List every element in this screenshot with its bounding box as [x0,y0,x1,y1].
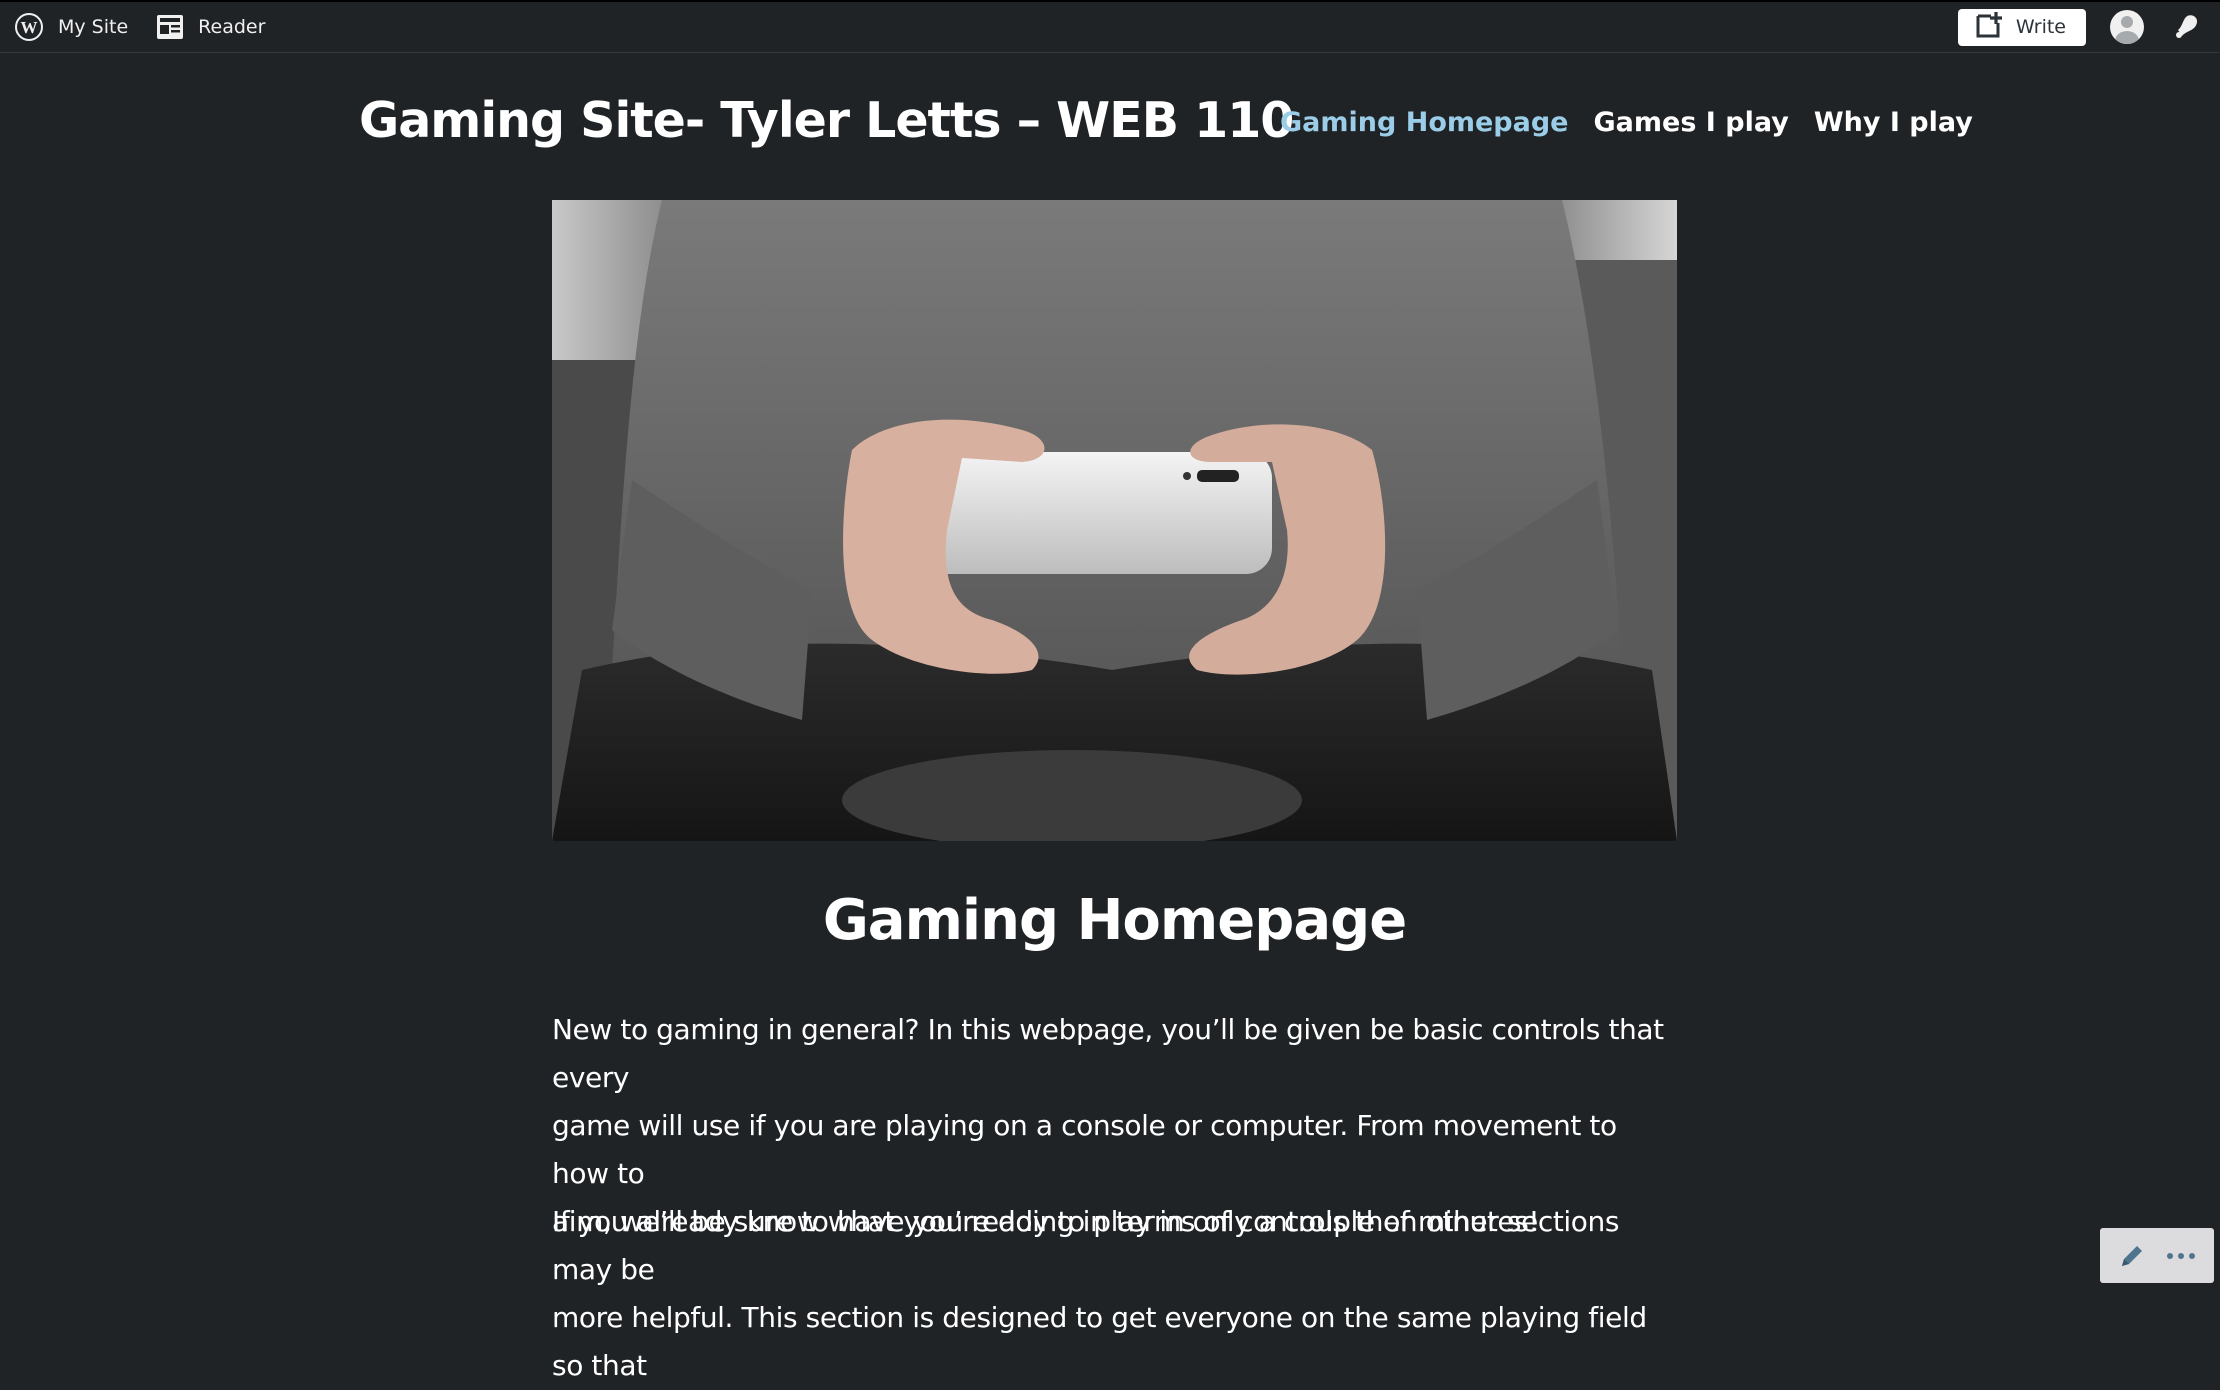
paragraph-line: If you already know what you’re doing in… [552,1205,1620,1286]
paragraph-line: New to gaming in general? In this webpag… [552,1013,1664,1094]
write-plus-icon [1974,10,2004,45]
paragraph-line: game will use if you are playing on a co… [552,1109,1617,1190]
ellipsis-icon[interactable] [2166,1251,2196,1261]
admin-bar: W My Site Reader Write [0,0,2220,53]
avatar-icon[interactable] [2110,10,2144,44]
wordpress-icon: W [14,12,44,42]
pencil-icon[interactable] [2118,1242,2146,1270]
reader-link[interactable]: Reader [142,2,279,52]
second-paragraph: If you already know what you’re doing in… [552,1198,1677,1390]
reader-icon [156,14,184,40]
reader-label: Reader [198,16,266,38]
my-site-label: My Site [58,16,129,38]
nav-item-games-i-play[interactable]: Games I play [1594,107,1789,138]
page-title: Gaming Homepage [822,888,1407,953]
my-site-link[interactable]: W My Site [0,2,142,52]
site-title[interactable]: Gaming Site- Tyler Letts – WEB 110 [359,92,1294,149]
nav-item-why-i-play[interactable]: Why I play [1814,107,1973,138]
svg-text:W: W [21,18,38,37]
write-label: Write [2015,16,2066,38]
bell-icon[interactable] [2172,10,2202,44]
paragraph-line: more helpful. This section is designed t… [552,1301,1647,1382]
floating-edit-bar [2100,1228,2214,1283]
featured-image [552,200,1677,841]
write-button[interactable]: Write [1957,8,2086,46]
main-navigation: Gaming Homepage Games I play Why I play [1280,107,1998,138]
nav-item-gaming-homepage[interactable]: Gaming Homepage [1280,107,1569,138]
